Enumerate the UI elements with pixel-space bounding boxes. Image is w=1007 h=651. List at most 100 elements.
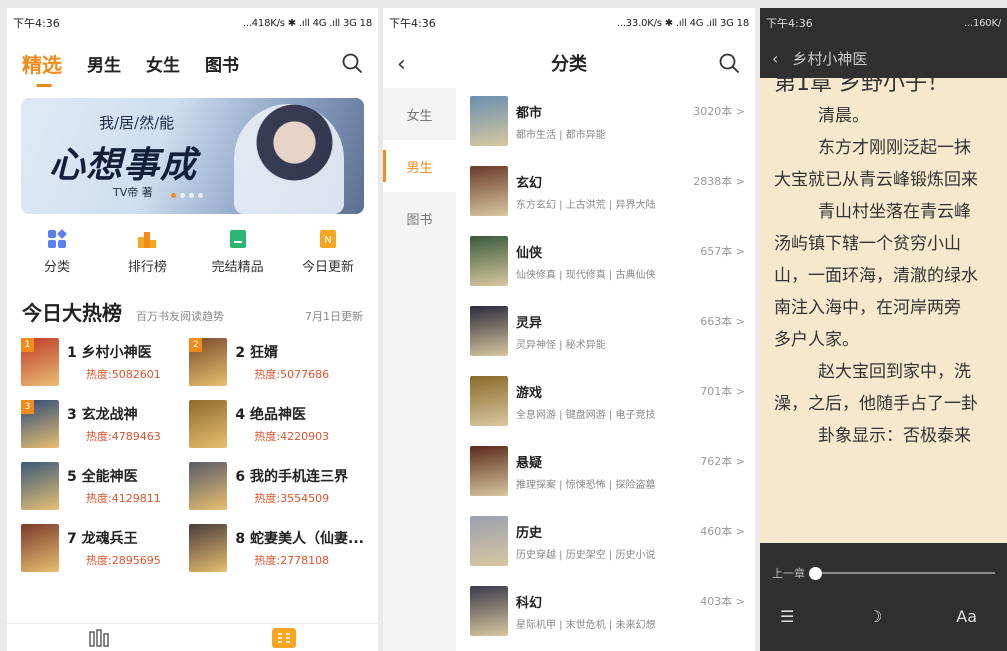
tab-female[interactable]: 女生 <box>146 51 180 76</box>
category-cover <box>470 236 508 286</box>
hot-list-header: 今日大热榜 百万书友阅读趋势 7月1日更新 <box>7 275 378 326</box>
book-heat: 热度:4129811 <box>86 492 161 505</box>
category-info: 历史 历史穿越 | 历史架空 | 历史小说 <box>516 516 655 561</box>
progress-track[interactable] <box>822 572 995 574</box>
category-tags: 仙侠修真 | 现代修真 | 古典仙侠 <box>516 270 656 281</box>
book-cover <box>21 524 59 572</box>
category-name: 游戏 <box>516 386 543 401</box>
category-name: 悬疑 <box>516 456 543 471</box>
rank-item[interactable]: 2 2 狂婿 热度:5077686 <box>189 338 364 386</box>
rank-item[interactable]: 8 蛇妻美人（仙妻... 热度:2778108 <box>189 524 364 572</box>
category-item[interactable]: 都市 都市生活 | 都市异能 3020本 > <box>470 88 755 158</box>
status-icons: ...160K/ <box>964 17 1001 29</box>
category-item[interactable]: 科幻 星际机甲 | 末世危机 | 未来幻想 403本 > <box>470 578 755 648</box>
book-name: 5 全能神医 <box>67 469 138 485</box>
category-item[interactable]: 悬疑 推理探案 | 惊悚恐怖 | 探险盗墓 762本 > <box>470 438 755 508</box>
search-icon[interactable] <box>341 52 363 74</box>
category-item[interactable]: 仙侠 仙侠修真 | 现代修真 | 古典仙侠 657本 > <box>470 228 755 298</box>
tab-featured[interactable]: 精选 <box>22 49 62 87</box>
book-name: 6 我的手机连三界 <box>235 469 349 485</box>
rank-item[interactable]: 4 绝品神医热度:4220903 <box>189 400 364 448</box>
rank-item[interactable]: 1 1 乡村小神医 热度:5082601 <box>21 338 175 386</box>
book-heat: 热度:4220903 <box>254 430 330 443</box>
category-item[interactable]: 历史 历史穿越 | 历史架空 | 历史小说 460本 > <box>470 508 755 578</box>
rank-item[interactable]: 5 全能神医热度:4129811 <box>21 462 175 510</box>
rank-item[interactable]: 6 我的手机连三界 热度:3554509 <box>189 462 364 510</box>
reader-line: 南注入海中，在河岸两旁 <box>774 298 961 318</box>
category-tags: 灵异神怪 | 秘术异能 <box>516 340 606 351</box>
rank-info: 6 我的手机连三界 热度:3554509 <box>235 462 348 506</box>
quick-category[interactable]: 分类 <box>17 228 97 275</box>
quick-completed[interactable]: 完结精品 <box>198 228 278 275</box>
rank-info: 7 龙魂兵王 热度:2895695 <box>67 524 161 568</box>
rank-info: 4 绝品神医热度:4220903 <box>235 400 329 444</box>
prev-chapter-button[interactable]: 上一章 <box>772 565 805 581</box>
book-name: 4 绝品神医 <box>235 407 307 423</box>
bookshelf-icon[interactable] <box>88 628 110 648</box>
rank-info: 3 玄龙战神 热度:4789463 <box>67 400 161 444</box>
bottom-nav <box>7 623 378 651</box>
reader-line: 卦象显示：否极泰来 <box>818 426 971 446</box>
back-icon[interactable]: ‹ <box>772 49 778 68</box>
promo-banner[interactable]: 我/居/然/能 心想事成 TV帝 著 <box>21 98 364 214</box>
progress-handle[interactable] <box>809 566 822 580</box>
quick-completed-label: 完结精品 <box>211 260 264 275</box>
tab-books[interactable]: 图书 <box>205 51 239 76</box>
toc-icon[interactable]: ☰ <box>780 607 794 626</box>
category-info: 仙侠仙侠修真 | 现代修真 | 古典仙侠 <box>516 236 655 281</box>
rank-item[interactable]: 3 3 玄龙战神 热度:4789463 <box>21 400 175 448</box>
category-count: 663本 > <box>700 315 745 328</box>
book-cover <box>189 524 228 572</box>
category-name: 玄幻 <box>516 176 543 191</box>
banner-illustration <box>234 104 344 214</box>
quick-today-update[interactable]: N 今日更新 <box>288 228 368 275</box>
book-heat: 热度:2895695 <box>86 554 161 567</box>
category-tags: 全息网游 | 键盘网游 | 电子竞技 <box>516 410 656 421</box>
font-settings-button[interactable]: Aa <box>956 607 977 626</box>
rank-info: 5 全能神医热度:4129811 <box>67 462 161 506</box>
reader-line: 青山村坐落在青云峰 <box>818 202 971 222</box>
quick-today-update-label: 今日更新 <box>301 260 354 275</box>
rank-info: 2 狂婿 热度:5077686 <box>235 338 329 382</box>
banner-title: 心想事成 <box>49 144 198 186</box>
sidebar-item-female[interactable]: 女生 <box>383 88 456 140</box>
category-name: 仙侠 <box>516 246 543 261</box>
quick-ranking[interactable]: 排行榜 <box>107 228 187 275</box>
status-bar: 下午4:36 ...33.0K/s ✱ .ıll 4G .ıll 3G 18 <box>383 8 755 38</box>
category-item[interactable]: 灵异 灵异神怪 | 秘术异能 663本 > <box>470 298 755 368</box>
reader-toolbar: ☰ ☽ Aa <box>760 581 1007 626</box>
book-cover <box>189 462 228 510</box>
category-item[interactable]: 玄幻 东方玄幻 | 上古洪荒 | 异界大陆 2838本 > <box>470 158 755 228</box>
category-name: 都市 <box>516 106 543 121</box>
rank-info: 8 蛇妻美人（仙妻... 热度:2778108 <box>235 524 364 568</box>
book-cover <box>21 462 59 510</box>
rank-info: 1 乡村小神医 热度:5082601 <box>67 338 161 382</box>
category-count: 3020本 > <box>693 105 745 118</box>
sidebar-item-male[interactable]: 男生 <box>383 140 456 192</box>
tab-male[interactable]: 男生 <box>87 51 121 76</box>
quick-ranking-label: 排行榜 <box>127 260 167 275</box>
reader-line: 清晨。 <box>818 106 869 126</box>
book-name: 3 玄龙战神 <box>67 407 138 423</box>
night-mode-icon[interactable]: ☽ <box>868 607 882 626</box>
rank-item[interactable]: 7 龙魂兵王 热度:2895695 <box>21 524 175 572</box>
reader-line: 汤屿镇下辖一个贫穷小山 <box>774 234 961 254</box>
reader-text: 第1章 乡野小子！ 清晨。 东方才刚刚泛起一抹 大宝就已从青云峰锻炼回来 青山村坐落在… <box>760 68 1007 452</box>
carousel-dots <box>171 193 203 198</box>
quick-entries: 分类 排行榜 完结精品 N 今日更新 <box>7 214 378 275</box>
banner-author: TV帝 著 <box>113 186 153 199</box>
book-heat: 热度:5077686 <box>254 368 330 381</box>
back-icon[interactable]: ‹ <box>397 52 406 77</box>
bookstore-icon[interactable] <box>271 627 297 649</box>
category-body: 女生 男生 图书 都市 都市生活 | 都市异能 3020本 > 玄幻东方玄幻 | 上古… <box>383 88 755 651</box>
status-icons: ...418K/s ✱ .ıll 4G .ıll 3G 18 <box>242 17 372 29</box>
category-tags: 推理探案 | 惊悚恐怖 | 探险盗墓 <box>516 480 656 491</box>
category-item[interactable]: 游戏 全息网游 | 键盘网游 | 电子竞技 701本 > <box>470 368 755 438</box>
completed-book-icon <box>229 230 246 248</box>
sidebar-item-books[interactable]: 图书 <box>383 192 456 244</box>
category-tags: 东方玄幻 | 上古洪荒 | 异界大陆 <box>516 200 656 211</box>
reader-line: 大宝就已从青云峰锻炼回来 <box>774 170 978 190</box>
reader-line: 澡，之后，他随手占了一卦 <box>774 394 978 414</box>
top-tabs: 精选 男生 女生 图书 <box>7 38 378 88</box>
search-icon[interactable] <box>718 52 740 74</box>
